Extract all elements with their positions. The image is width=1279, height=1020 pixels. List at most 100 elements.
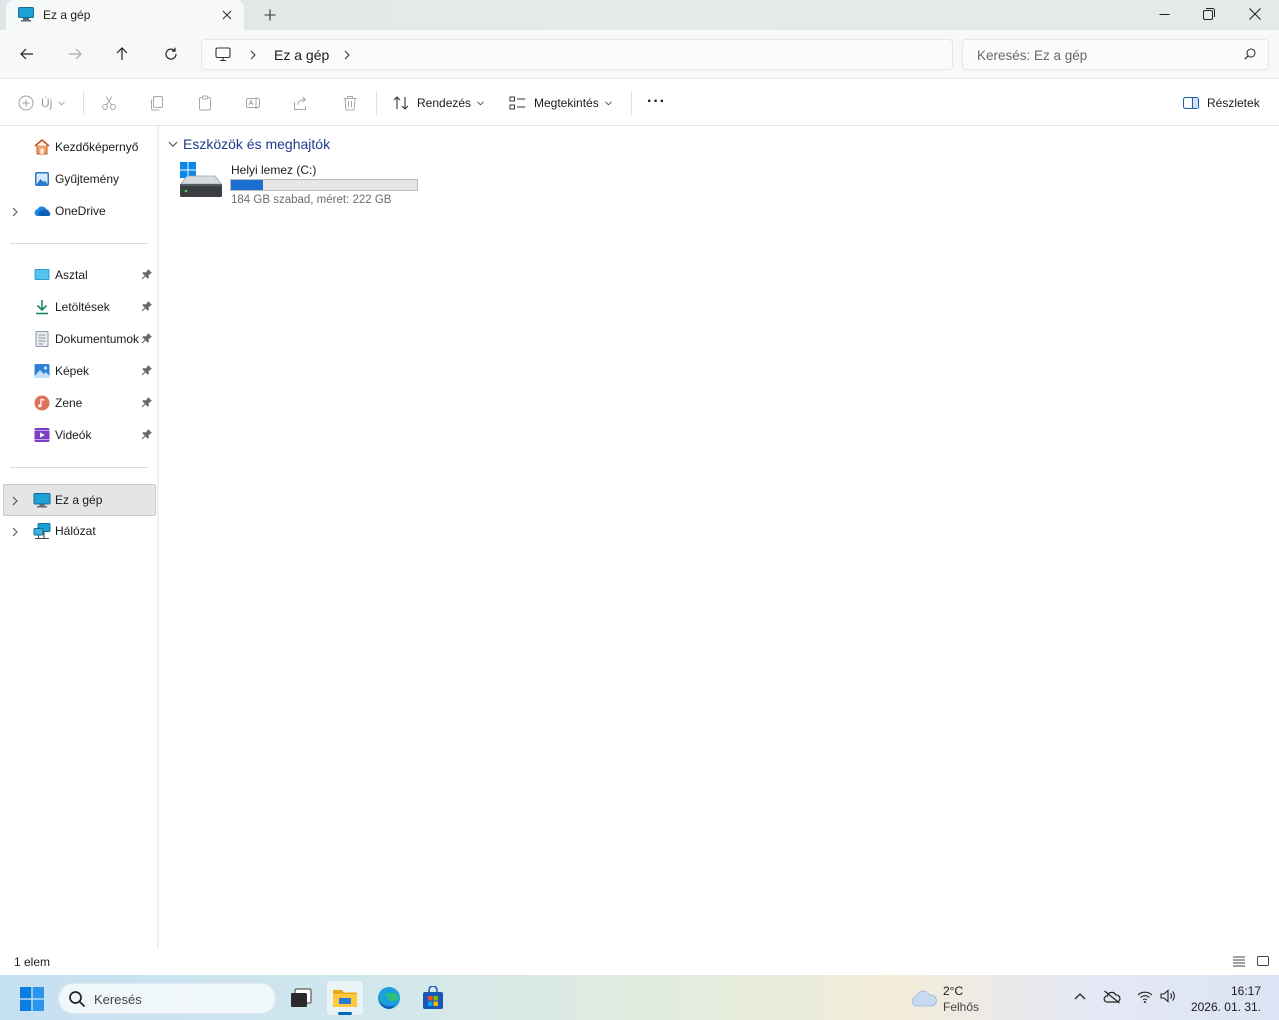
task-view-button[interactable] [283, 981, 319, 1015]
details-view-button[interactable] [1232, 954, 1248, 970]
list-view-icon [1233, 956, 1245, 967]
copy-button[interactable] [149, 92, 165, 114]
minimize-button[interactable] [1141, 0, 1187, 28]
tiles-view-icon [1257, 956, 1269, 966]
close-window-button[interactable] [1232, 0, 1278, 28]
rename-icon [246, 97, 260, 109]
pin-icon[interactable] [141, 268, 153, 283]
pin-icon[interactable] [141, 300, 153, 315]
pin-icon[interactable] [141, 332, 153, 347]
chevron-right-icon[interactable] [343, 49, 351, 63]
address-bar[interactable]: Ez a gép [201, 39, 953, 70]
paste-button[interactable] [197, 92, 213, 114]
weather-widget[interactable]: 2°C Felhős [910, 983, 1000, 1014]
sidebar-item-label: Hálózat [55, 524, 96, 538]
sort-button[interactable]: Rendezés [393, 92, 484, 114]
wifi-icon [1137, 991, 1153, 1003]
weather-temperature: 2°C [943, 984, 964, 998]
up-button[interactable] [108, 40, 136, 68]
sidebar-item-videos[interactable]: Videók [3, 420, 156, 450]
pc-icon [215, 47, 231, 65]
plus-icon [264, 9, 276, 21]
sidebar-item-documents[interactable]: Dokumentumok [3, 324, 156, 354]
sidebar-item-home[interactable]: Kezdőképernyő [3, 132, 156, 162]
rename-button[interactable] [245, 92, 261, 114]
chevron-down-icon [604, 100, 612, 106]
chevron-down-icon [477, 100, 484, 106]
share-button[interactable] [293, 92, 309, 114]
scissors-icon [102, 96, 116, 110]
taskbar-edge[interactable] [371, 981, 407, 1015]
chevron-right-icon[interactable] [11, 495, 19, 509]
chevron-right-icon[interactable] [249, 49, 257, 63]
back-button[interactable] [13, 40, 41, 68]
delete-button[interactable] [342, 92, 358, 114]
sidebar-item-onedrive[interactable]: OneDrive [3, 196, 156, 226]
chevron-right-icon[interactable] [11, 526, 19, 540]
drive-item[interactable]: Helyi lemez (C:) 184 GB szabad, méret: 2… [178, 162, 438, 212]
refresh-button[interactable] [157, 40, 185, 68]
cloud-offline-icon [1103, 990, 1121, 1004]
sidebar-item-this-pc[interactable]: Ez a gép [3, 484, 156, 516]
pin-icon[interactable] [141, 364, 153, 379]
new-button[interactable]: Új [18, 92, 66, 114]
sidebar-item-music[interactable]: Zene [3, 388, 156, 418]
sidebar-item-label: OneDrive [55, 204, 106, 218]
sort-label: Rendezés [417, 96, 472, 110]
close-icon [1249, 8, 1261, 20]
sidebar-item-gallery[interactable]: Gyűjtemény [3, 164, 156, 194]
drive-name: Helyi lemez (C:) [231, 163, 317, 177]
tab-this-pc[interactable]: Ez a gép [6, 0, 244, 30]
start-button[interactable] [20, 987, 44, 1014]
restore-button[interactable] [1186, 0, 1232, 28]
system-clock[interactable]: 16:17 2026. 01. 31. [1191, 983, 1261, 1015]
copy-icon [151, 96, 163, 111]
taskbar-store[interactable] [415, 981, 451, 1015]
group-header-devices[interactable]: Eszközök és meghajtók [168, 136, 330, 152]
breadcrumb-item[interactable]: Ez a gép [274, 47, 329, 63]
sidebar-item-desktop[interactable]: Asztal [3, 260, 156, 290]
divider [10, 467, 148, 468]
view-button[interactable]: Megtekintés [509, 92, 612, 114]
onedrive-status-button[interactable] [1103, 990, 1121, 1007]
chevron-right-icon[interactable] [11, 206, 19, 220]
pictures-icon [33, 362, 51, 383]
drive-usage-bar [230, 179, 418, 191]
arrow-left-icon [20, 48, 33, 60]
clock-date: 2026. 01. 31. [1190, 1000, 1261, 1014]
close-icon [222, 10, 232, 20]
edge-icon [378, 987, 400, 1009]
sidebar-item-network[interactable]: Hálózat [3, 516, 156, 546]
divider [631, 91, 632, 115]
folder-icon [333, 990, 357, 1007]
taskbar: Keresés 2°C Felhős 16:17 2026. 01. 31. [0, 975, 1279, 1020]
windows-logo-icon [20, 987, 44, 1011]
volume-button[interactable] [1160, 989, 1178, 1006]
active-indicator [338, 1012, 352, 1015]
taskbar-file-explorer[interactable] [327, 981, 363, 1015]
clock-time: 16:17 [1230, 984, 1261, 998]
tab-close-button[interactable] [216, 4, 238, 26]
show-hidden-icons-button[interactable] [1074, 989, 1086, 1003]
item-count: 1 elem [14, 955, 51, 969]
music-icon [33, 394, 51, 415]
sidebar-item-pictures[interactable]: Képek [3, 356, 156, 386]
more-options-button[interactable]: ··· [647, 91, 666, 113]
navigation-bar: Ez a gép Keresés: Ez a gép [0, 30, 1279, 78]
plus-circle-icon [18, 95, 34, 111]
forward-button[interactable] [61, 40, 89, 68]
arrow-up-icon [116, 47, 128, 60]
new-tab-button[interactable] [259, 4, 281, 26]
network-status-button[interactable] [1137, 991, 1153, 1006]
network-icon [33, 522, 51, 543]
sidebar-item-label: Dokumentumok [55, 332, 140, 346]
pin-icon[interactable] [141, 396, 153, 411]
tiles-view-button[interactable] [1256, 954, 1272, 970]
search-input[interactable]: Keresés: Ez a gép [962, 39, 1269, 70]
sidebar-item-downloads[interactable]: Letöltések [3, 292, 156, 322]
pin-icon[interactable] [141, 428, 153, 443]
cut-button[interactable] [101, 92, 117, 114]
taskbar-search[interactable]: Keresés [58, 983, 276, 1014]
weather-description: Felhős [943, 1000, 980, 1014]
details-button[interactable]: Részletek [1183, 92, 1260, 114]
